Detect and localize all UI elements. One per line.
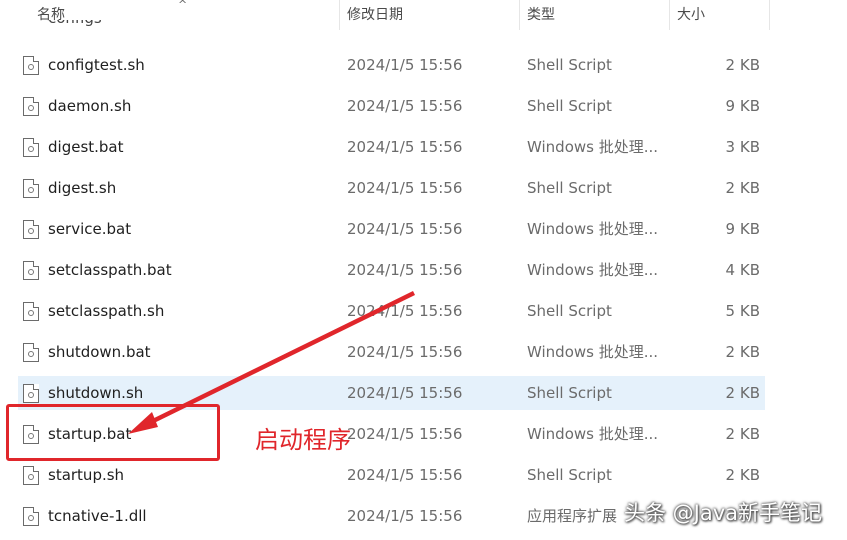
file-modified-date: 2024/1/5 15:56	[347, 179, 463, 197]
file-modified-date: 2024/1/5 15:56	[347, 220, 463, 238]
column-header-size-label: 大小	[677, 7, 705, 23]
column-header-bar: 名称 ^ 修改日期 类型 大小	[0, 0, 847, 30]
column-header-type-label: 类型	[527, 7, 555, 23]
column-divider[interactable]	[769, 0, 770, 30]
file-type: Windows 批处理...	[527, 220, 659, 238]
script-file-icon	[23, 56, 39, 75]
file-row[interactable]: shutdown.bat 2024/1/5 15:56 Windows 批处理...…	[18, 335, 765, 369]
file-name: shutdown.bat	[48, 343, 151, 361]
file-type: Shell Script	[527, 97, 612, 115]
file-type: Shell Script	[527, 179, 612, 197]
file-size: 9 KB	[725, 220, 760, 238]
file-name: configtest.sh	[48, 56, 145, 74]
file-name: setclasspath.bat	[48, 261, 172, 279]
file-modified-date: 2024/1/5 15:56	[347, 261, 463, 279]
file-modified-date: 2024/1/5 15:56	[347, 302, 463, 320]
file-row[interactable]: digest.bat 2024/1/5 15:56 Windows 批处理... 3 …	[18, 130, 765, 164]
file-name: startup.sh	[48, 466, 125, 484]
file-row[interactable]: startup.sh 2024/1/5 15:56 Shell Script 2 KB	[18, 458, 765, 492]
file-modified-date: 2024/1/5 15:56	[347, 343, 463, 361]
file-size: 2 KB	[725, 343, 760, 361]
script-file-icon	[23, 343, 39, 362]
file-row[interactable]: setclasspath.bat 2024/1/5 15:56 Windows 批处…	[18, 253, 765, 287]
script-file-icon	[23, 466, 39, 485]
file-modified-date: 2024/1/5 15:56	[347, 97, 463, 115]
file-name: service.bat	[48, 220, 132, 238]
script-file-icon	[23, 220, 39, 239]
file-row[interactable]: daemon.sh 2024/1/5 15:56 Shell Script 9 KB	[18, 89, 765, 123]
file-row[interactable]: setclasspath.sh 2024/1/5 15:56 Shell Scrip…	[18, 294, 765, 328]
script-file-icon	[23, 507, 39, 526]
file-type: Windows 批处理...	[527, 261, 659, 279]
file-size: 2 KB	[725, 466, 760, 484]
clipped-file-row[interactable]: configs	[48, 20, 108, 36]
script-file-icon	[23, 138, 39, 157]
column-header-modified-label: 修改日期	[347, 7, 403, 23]
file-size: 2 KB	[725, 425, 760, 443]
file-type: Windows 批处理...	[527, 138, 659, 156]
file-modified-date: 2024/1/5 15:56	[347, 138, 463, 156]
file-size: 5 KB	[725, 302, 760, 320]
file-type: Shell Script	[527, 56, 612, 74]
file-row[interactable]: digest.sh 2024/1/5 15:56 Shell Script 2 KB	[18, 171, 765, 205]
sort-up-icon: ^	[178, 0, 188, 11]
file-type: 应用程序扩展	[527, 507, 618, 525]
file-name: setclasspath.sh	[48, 302, 165, 320]
file-type: Shell Script	[527, 302, 612, 320]
file-name: digest.sh	[48, 179, 117, 197]
file-type: Windows 批处理...	[527, 425, 659, 443]
file-type: Shell Script	[527, 466, 612, 484]
column-header-size[interactable]: 大小	[669, 0, 769, 30]
file-name: daemon.sh	[48, 97, 132, 115]
highlight-box	[6, 404, 220, 461]
file-size: 9 KB	[725, 97, 760, 115]
file-modified-date: 2024/1/5 15:56	[347, 466, 463, 484]
file-name: digest.bat	[48, 138, 124, 156]
file-row[interactable]: service.bat 2024/1/5 15:56 Windows 批处理... 9…	[18, 212, 765, 246]
file-size: 2 KB	[725, 179, 760, 197]
column-header-modified[interactable]: 修改日期	[339, 0, 519, 30]
file-size: 2 KB	[725, 384, 760, 402]
script-file-icon	[23, 302, 39, 321]
watermark: 头条 @Java新手笔记	[624, 501, 823, 525]
clipped-file-name: configs	[48, 20, 102, 27]
file-size: 3 KB	[725, 138, 760, 156]
script-file-icon	[23, 261, 39, 280]
script-file-icon	[23, 97, 39, 116]
file-modified-date: 2024/1/5 15:56	[347, 425, 463, 443]
script-file-icon	[23, 179, 39, 198]
file-type: Windows 批处理...	[527, 343, 659, 361]
file-name: tcnative-1.dll	[48, 507, 147, 525]
file-size: 2 KB	[725, 56, 760, 74]
file-type: Shell Script	[527, 384, 612, 402]
file-modified-date: 2024/1/5 15:56	[347, 384, 463, 402]
annotation-label: 启动程序	[255, 426, 351, 454]
file-modified-date: 2024/1/5 15:56	[347, 56, 463, 74]
file-modified-date: 2024/1/5 15:56	[347, 507, 463, 525]
file-size: 4 KB	[725, 261, 760, 279]
column-header-type[interactable]: 类型	[519, 0, 669, 30]
script-file-icon	[23, 384, 39, 403]
file-row[interactable]: configtest.sh 2024/1/5 15:56 Shell Script 2…	[18, 48, 765, 82]
